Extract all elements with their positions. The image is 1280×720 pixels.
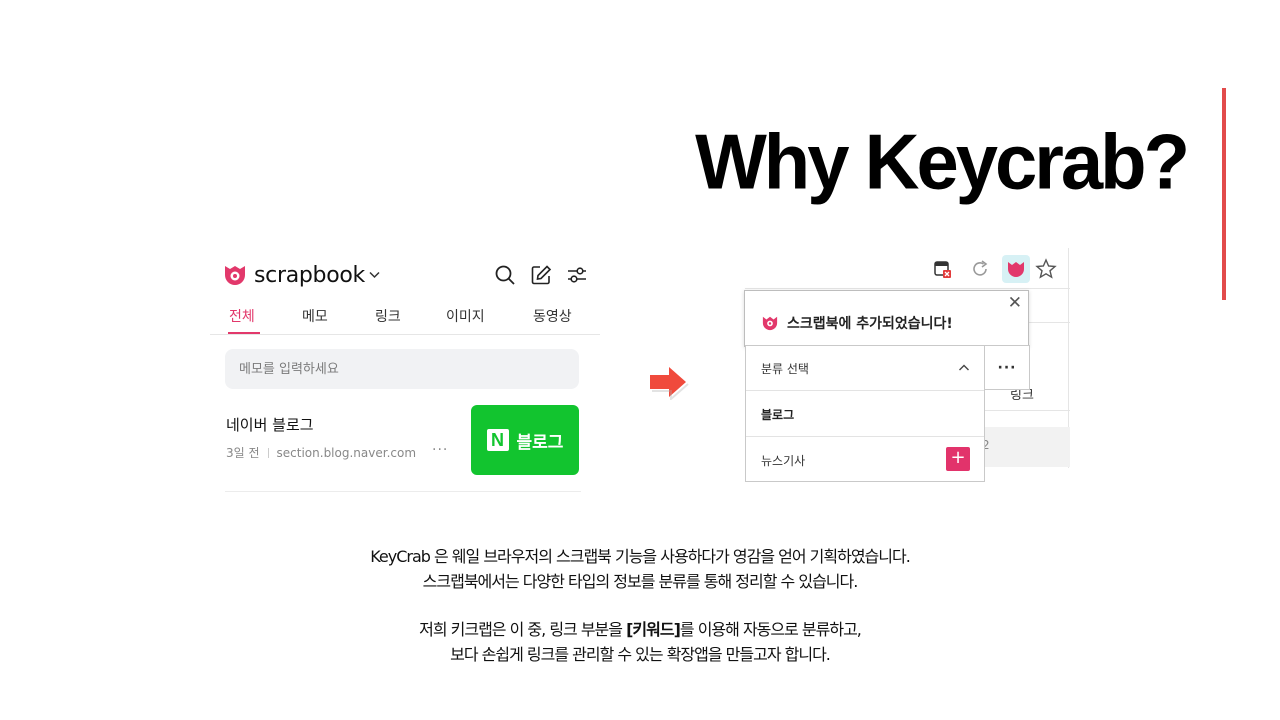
meta-divider — [267, 447, 269, 458]
item-title[interactable]: 네이버 블로그 — [226, 414, 314, 435]
item-divider — [225, 491, 581, 492]
tab-close-extension-icon[interactable] — [928, 255, 956, 283]
description-line: KeyCrab 은 웨일 브라우저의 스크랩북 기능을 사용하다가 영감을 얻어… — [370, 547, 911, 566]
background-row — [985, 427, 1070, 467]
naver-n-icon: N — [486, 429, 509, 451]
category-option-label: 뉴스기사 — [761, 454, 806, 468]
scrapbook-logo-icon — [225, 266, 245, 285]
item-thumbnail[interactable]: N 블로그 — [471, 405, 579, 475]
chevron-down-icon[interactable] — [369, 268, 380, 283]
description-line: 보다 손쉽게 링크를 관리할 수 있는 확장앱을 만들고자 합니다. — [450, 645, 831, 664]
arrow-right-icon — [650, 367, 689, 400]
added-notification-popup: ✕ 스크랩북에 추가되었습니다! — [744, 290, 1029, 347]
category-option-blog[interactable]: 블로그 — [746, 391, 984, 437]
description-text: 를 이용해 자동으로 분류하고, — [679, 620, 862, 639]
slide-title: Why Keycrab? — [695, 119, 1190, 206]
popup-message: 스크랩북에 추가되었습니다! — [761, 313, 953, 333]
scrapbook-logo-text: scrapbook — [254, 262, 365, 288]
category-select-label: 분류 선택 — [761, 362, 809, 376]
category-option-label: 블로그 — [761, 408, 795, 422]
category-option-news[interactable]: 뉴스기사 + — [746, 437, 984, 482]
reload-icon[interactable] — [966, 255, 994, 283]
background-divider — [985, 410, 1070, 411]
popup-more-button[interactable]: ··· — [985, 345, 1030, 390]
edit-icon[interactable] — [530, 264, 552, 286]
toolbar — [494, 264, 588, 286]
tab-memo[interactable]: 메모 — [302, 306, 328, 326]
browser-toolbar — [928, 255, 1068, 285]
memo-input[interactable] — [225, 349, 579, 389]
description-line: 스크랩북에서는 다양한 타입의 정보를 분류를 통해 정리할 수 있습니다. — [422, 572, 859, 591]
keyword-highlight: [키워드] — [626, 620, 681, 639]
close-icon[interactable]: ✕ — [1008, 293, 1022, 313]
category-dropdown: 분류 선택 블로그 뉴스기사 + — [745, 345, 985, 482]
scrapbook-extension-icon[interactable] — [1002, 255, 1030, 283]
scrapbook-panel: scrapbook 전체 메모 링크 이미지 동영상 네이버 블로그 3일 전 … — [210, 252, 600, 502]
tab-image[interactable]: 이미지 — [446, 306, 485, 326]
item-more-button[interactable]: ··· — [432, 442, 448, 458]
active-tab-indicator — [228, 332, 260, 334]
description-line: 저희 키크랩은 이 중, 링크 부분을 [키워드]를 이용해 자동으로 분류하고… — [0, 617, 1280, 642]
tab-video[interactable]: 동영상 — [533, 306, 572, 326]
tab-link[interactable]: 링크 — [375, 306, 401, 326]
category-select[interactable]: 분류 선택 — [746, 346, 984, 391]
tab-all[interactable]: 전체 — [229, 306, 255, 326]
scrapbook-logo-icon — [762, 316, 778, 331]
add-category-button[interactable]: + — [946, 447, 970, 471]
scrapbook-logo[interactable]: scrapbook — [222, 262, 380, 288]
filter-settings-icon[interactable] — [566, 264, 588, 286]
search-icon[interactable] — [494, 264, 516, 286]
description-text: 저희 키크랩은 이 중, 링크 부분을 — [419, 620, 627, 639]
scrapbook-tabs: 전체 메모 링크 이미지 동영상 — [210, 304, 600, 335]
item-domain: section.blog.naver.com — [276, 445, 417, 460]
item-meta: 3일 전 section.blog.naver.com — [226, 444, 416, 461]
thumbnail-label: 블로그 — [516, 432, 564, 453]
toolbar-divider — [745, 288, 1070, 289]
accent-bar — [1222, 88, 1226, 300]
chevron-up-icon — [958, 359, 970, 378]
item-age: 3일 전 — [226, 446, 260, 460]
popup-message-text: 스크랩북에 추가되었습니다! — [787, 316, 953, 332]
bookmark-star-icon[interactable] — [1032, 255, 1060, 283]
